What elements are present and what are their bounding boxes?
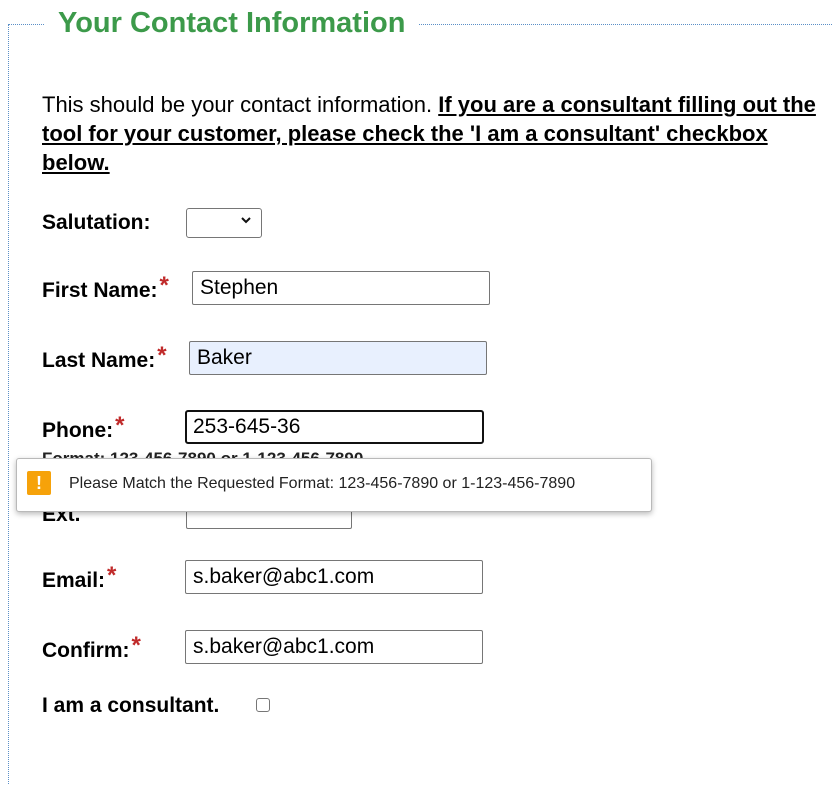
first-name-input[interactable]: [192, 271, 490, 305]
salutation-label-text: Salutation:: [42, 211, 151, 234]
consultant-label: I am a consultant.: [42, 694, 219, 718]
required-marker: *: [157, 342, 167, 369]
email-label-text: Email:: [42, 569, 106, 592]
consultant-label-text: I am a consultant.: [42, 694, 220, 717]
intro-plain: This should be your contact information.: [42, 92, 439, 117]
chevron-down-icon: [240, 213, 252, 230]
last-name-label: Last Name:*: [42, 342, 167, 374]
required-marker: *: [131, 632, 141, 659]
required-marker: *: [107, 562, 117, 589]
salutation-label: Salutation:: [42, 211, 151, 235]
last-name-input[interactable]: [189, 341, 487, 375]
confirm-email-input[interactable]: [185, 630, 483, 664]
contact-form-page: Your Contact Information This should be …: [0, 0, 832, 785]
required-marker: *: [159, 272, 169, 299]
confirm-email-label: Confirm:*: [42, 632, 141, 664]
phone-input[interactable]: [185, 410, 484, 444]
validation-tooltip: ! Please Match the Requested Format: 123…: [16, 458, 652, 512]
phone-label-text: Phone:: [42, 419, 114, 442]
first-name-label: First Name:*: [42, 272, 169, 304]
email-label: Email:*: [42, 562, 116, 594]
confirm-label-text: Confirm:: [42, 639, 130, 662]
salutation-select[interactable]: [186, 208, 262, 238]
fieldset-legend: Your Contact Information: [44, 2, 420, 44]
warning-icon: !: [27, 471, 51, 495]
first-name-label-text: First Name:: [42, 279, 158, 302]
validation-message: Please Match the Requested Format: 123-4…: [69, 475, 576, 492]
required-marker: *: [115, 412, 125, 439]
consultant-checkbox[interactable]: [256, 698, 270, 712]
phone-label: Phone:*: [42, 412, 125, 444]
email-input[interactable]: [185, 560, 483, 594]
last-name-label-text: Last Name:: [42, 349, 156, 372]
intro-text: This should be your contact information.…: [42, 90, 832, 177]
